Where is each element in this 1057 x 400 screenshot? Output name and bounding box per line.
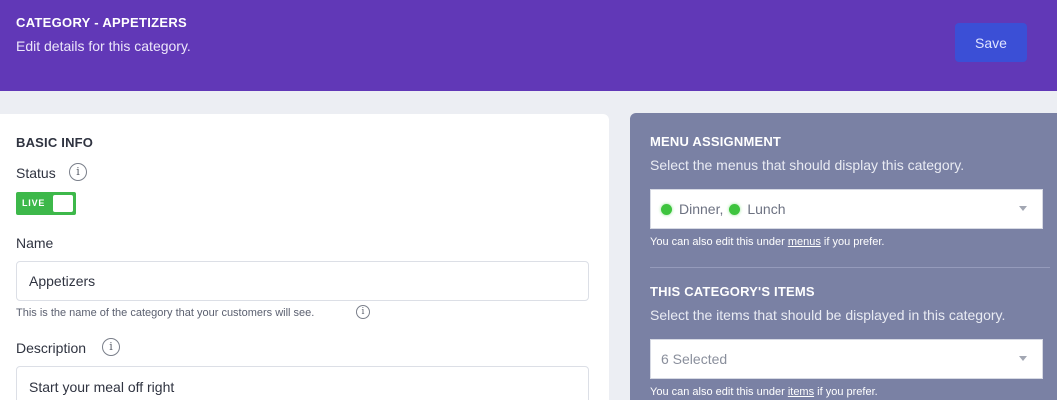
menus-link[interactable]: menus [788, 236, 821, 248]
name-input[interactable]: Appetizers [16, 261, 589, 301]
category-items-heading: THIS CATEGORY'S ITEMS [650, 284, 815, 299]
chevron-down-icon [1019, 206, 1027, 211]
page-title: CATEGORY - APPETIZERS [16, 15, 187, 30]
name-input-value: Appetizers [29, 273, 96, 289]
menu-assignment-hint: You can also edit this under menus if yo… [650, 236, 884, 248]
items-select[interactable]: 6 Selected [650, 339, 1043, 379]
menu-select[interactable]: Dinner, Lunch [650, 189, 1043, 229]
hint-text: You can also edit this under [650, 236, 788, 248]
toggle-knob [53, 195, 73, 212]
assignment-panel: MENU ASSIGNMENT Select the menus that sh… [630, 113, 1057, 400]
status-label: Status [16, 165, 56, 181]
category-items-hint: You can also edit this under items if yo… [650, 386, 878, 398]
menu-assignment-subtitle: Select the menus that should display thi… [650, 157, 965, 173]
chevron-down-icon [1019, 356, 1027, 361]
description-label: Description [16, 340, 87, 356]
category-items-subtitle: Select the items that should be displaye… [650, 307, 1006, 323]
save-button[interactable]: Save [955, 23, 1027, 62]
description-input-value: Start your meal off right [29, 379, 175, 395]
info-icon[interactable]: i [102, 338, 120, 356]
description-input[interactable]: Start your meal off right [16, 366, 589, 400]
info-icon[interactable]: i [69, 163, 87, 181]
items-selected-count: 6 Selected [661, 351, 728, 367]
hint-text: if you prefer. [820, 236, 885, 248]
status-toggle-label: LIVE [22, 198, 46, 208]
name-hint: This is the name of the category that yo… [16, 307, 315, 319]
info-icon[interactable]: i [356, 305, 370, 319]
items-link[interactable]: items [788, 386, 814, 398]
menu-option-dinner: Dinner, [679, 201, 724, 217]
menu-assignment-heading: MENU ASSIGNMENT [650, 134, 782, 149]
name-label: Name [16, 235, 54, 251]
menu-option-lunch: Lunch [747, 201, 786, 217]
basic-info-heading: BASIC INFO [16, 135, 94, 150]
status-dot-icon [729, 203, 741, 215]
hint-text: You can also edit this under [650, 386, 788, 398]
status-toggle[interactable]: LIVE [16, 192, 76, 215]
page-header: CATEGORY - APPETIZERS Edit details for t… [0, 0, 1057, 91]
status-dot-icon [661, 203, 672, 215]
hint-text: if you prefer. [814, 386, 878, 398]
basic-info-card [0, 114, 609, 400]
divider [650, 267, 1050, 268]
page-subtitle: Edit details for this category. [16, 38, 191, 54]
